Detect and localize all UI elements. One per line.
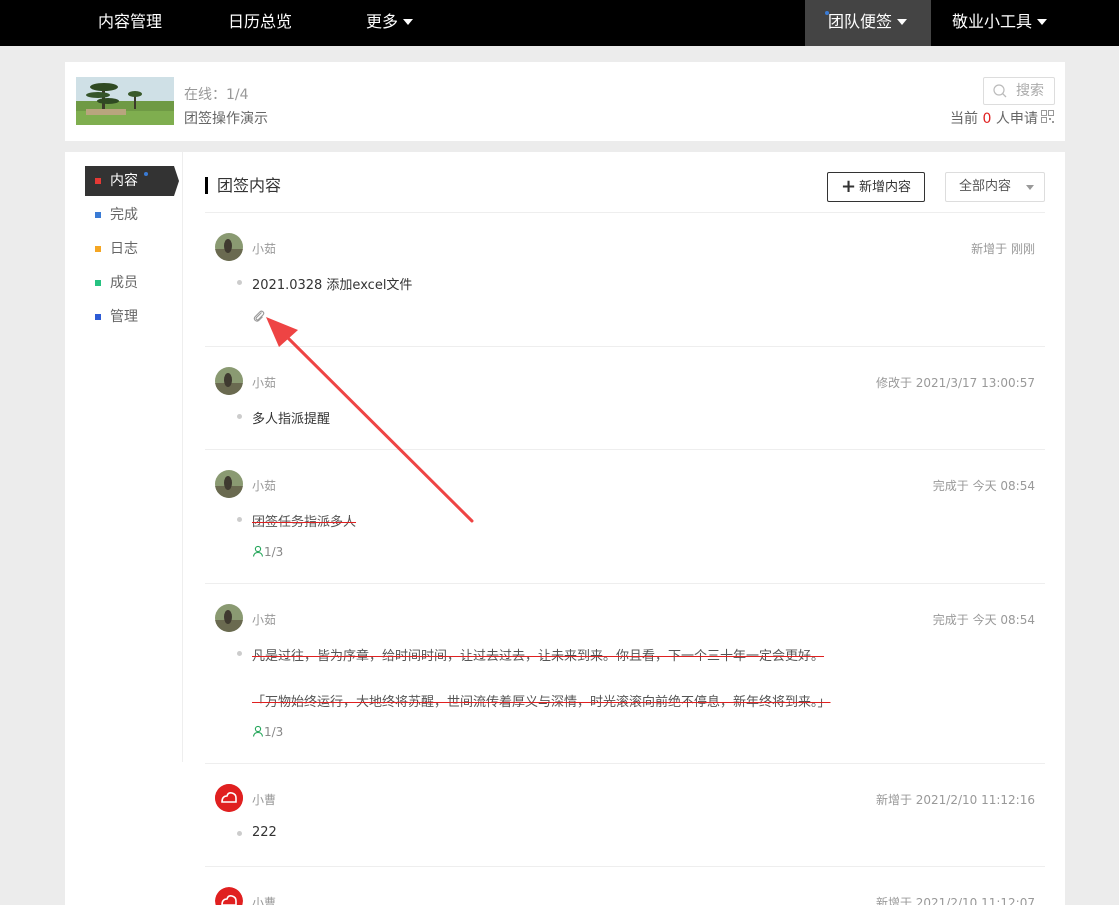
add-button-label: 新增内容: [859, 180, 912, 195]
entry-timestamp: 完成于 今天 08:54: [932, 613, 1035, 627]
note-entry[interactable]: 小茹 修改于 2021/3/17 13:00:57 多人指派提醒: [205, 347, 1045, 450]
bullet: [237, 517, 242, 522]
note-entry[interactable]: 小曹 新增于 2021/2/10 11:12:16 222: [205, 764, 1045, 867]
note-entry[interactable]: 小茹 完成于 今天 08:54 凡是过往，皆为序章，给时间时间，让过去过去，让未…: [205, 584, 1045, 764]
entry-content[interactable]: 222: [252, 825, 277, 840]
team-name: 团签操作演示: [184, 111, 268, 127]
entry-content[interactable]: 团签任务指派多人: [252, 511, 356, 530]
paperclip-icon[interactable]: [252, 309, 266, 323]
entry-timestamp: 新增于 2021/2/10 11:12:07: [875, 896, 1035, 905]
nav-label: 更多: [366, 12, 399, 31]
notification-dot: [144, 172, 148, 176]
sidebar: 内容 完成 日志 成员 管理: [85, 166, 183, 336]
add-content-button[interactable]: + 新增内容: [827, 172, 925, 202]
applicants-suffix: 人申请: [995, 111, 1038, 127]
person-icon: [252, 725, 264, 737]
filter-value: 全部内容: [959, 179, 1012, 194]
entry-content-line2[interactable]: 「万物始终运行，大地终将苏醒，世间流传着厚义与深情，时光滚滚向前绝不停息，新年终…: [252, 691, 831, 710]
nav-label: 团队便签: [828, 12, 893, 31]
search-placeholder: 搜索: [1016, 83, 1044, 99]
sidebar-item-content[interactable]: 内容: [85, 166, 179, 196]
avatar: [215, 470, 243, 498]
content-filter-select[interactable]: 全部内容: [945, 172, 1045, 202]
author-name: 小曹: [252, 793, 277, 807]
notification-dot: [825, 11, 829, 15]
category-dot: [95, 246, 101, 252]
entry-content[interactable]: 多人指派提醒: [252, 408, 330, 427]
category-dot: [95, 178, 101, 184]
category-dot: [95, 280, 101, 286]
sidebar-item-done[interactable]: 完成: [85, 200, 183, 230]
avatar: [215, 233, 243, 261]
qr-code-icon[interactable]: [1041, 110, 1054, 123]
avatar: [215, 604, 243, 632]
author-name: 小茹: [252, 242, 277, 256]
applicant-count[interactable]: 当前 0 人申请: [950, 108, 1038, 128]
nav-more[interactable]: 更多: [366, 0, 414, 46]
nav-label: 内容管理: [98, 12, 163, 31]
note-entry[interactable]: 小茹 新增于 刚刚 2021.0328 添加excel文件: [205, 213, 1045, 347]
category-dot: [95, 212, 101, 218]
nav-label: 敬业小工具: [952, 12, 1033, 31]
sidebar-label: 日志: [110, 241, 138, 257]
caret-down-icon: [403, 19, 414, 25]
avatar: [215, 367, 243, 395]
caret-down-icon: [897, 19, 908, 25]
sidebar-divider: [182, 152, 183, 762]
online-status: 在线：1/4: [184, 87, 249, 103]
note-entry[interactable]: 小曹 新增于 2021/2/10 11:12:07: [205, 867, 1045, 905]
entry-timestamp: 新增于 2021/2/10 11:12:16: [875, 793, 1035, 807]
nav-team-notes[interactable]: 团队便签: [805, 0, 932, 46]
sidebar-item-members[interactable]: 成员: [85, 268, 183, 298]
category-dot: [95, 314, 101, 320]
applicants-prefix: 当前: [950, 111, 978, 127]
search-icon: [993, 84, 1007, 98]
assign-count: 1/3: [264, 545, 284, 559]
sidebar-label: 管理: [110, 309, 138, 325]
nav-content-management[interactable]: 内容管理: [98, 0, 162, 46]
bullet: [237, 831, 242, 836]
person-icon: [252, 545, 264, 557]
caret-down-icon: [1037, 19, 1048, 25]
sidebar-label: 内容: [110, 173, 138, 189]
sidebar-label: 成员: [110, 275, 138, 291]
nav-calendar-overview[interactable]: 日历总览: [228, 0, 292, 46]
author-name: 小茹: [252, 479, 277, 493]
assignee-progress[interactable]: 1/3: [252, 545, 283, 559]
applicants-number: 0: [982, 111, 992, 127]
sidebar-item-log[interactable]: 日志: [85, 234, 183, 264]
bullet: [237, 414, 242, 419]
entry-content[interactable]: 凡是过往，皆为序章，给时间时间，让过去过去，让未来到来。你且看，下一个三十年一定…: [252, 645, 824, 664]
sidebar-item-manage[interactable]: 管理: [85, 302, 183, 332]
assignee-progress[interactable]: 1/3: [252, 725, 283, 739]
bullet: [237, 280, 242, 285]
note-entry[interactable]: 小茹 完成于 今天 08:54 团签任务指派多人 1/3: [205, 450, 1045, 584]
avatar: [215, 887, 243, 905]
section-title: 团签内容: [205, 177, 281, 194]
main-panel: 内容 完成 日志 成员 管理 团签内容 + 新增内容 全部内容 小茹 新增于 刚刚…: [65, 152, 1065, 905]
team-cover-image: [76, 77, 174, 125]
sidebar-label: 完成: [110, 207, 138, 223]
assign-count: 1/3: [264, 725, 284, 739]
author-name: 小曹: [252, 896, 277, 905]
author-name: 小茹: [252, 613, 277, 627]
plus-icon: +: [840, 176, 857, 197]
team-header: 在线：1/4 团签操作演示 搜索 当前 0 人申请: [65, 62, 1065, 141]
entry-content[interactable]: 2021.0328 添加excel文件: [252, 274, 412, 293]
nav-label: 日历总览: [228, 12, 293, 31]
entry-timestamp: 修改于 2021/3/17 13:00:57: [875, 376, 1035, 390]
top-nav: 内容管理 日历总览 更多 团队便签 敬业小工具: [0, 0, 1119, 46]
entry-timestamp: 完成于 今天 08:54: [932, 479, 1035, 493]
bullet: [237, 651, 242, 656]
search-input[interactable]: 搜索: [983, 77, 1055, 105]
caret-down-icon: [1026, 185, 1034, 190]
avatar: [215, 784, 243, 812]
nav-tools[interactable]: 敬业小工具: [952, 0, 1048, 46]
author-name: 小茹: [252, 376, 277, 390]
entry-timestamp: 新增于 刚刚: [971, 242, 1035, 256]
